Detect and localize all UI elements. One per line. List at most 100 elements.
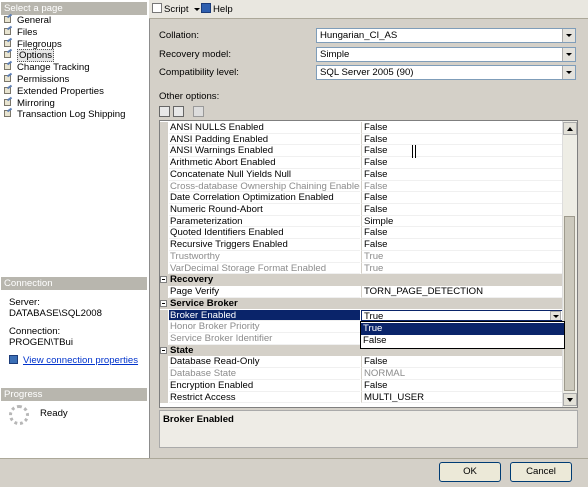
grid-vertical-scrollbar[interactable] — [562, 121, 577, 407]
property-row[interactable]: Trustworthy True — [160, 250, 563, 263]
property-row[interactable]: Date Correlation Optimization Enabled Fal… — [160, 192, 563, 204]
property-row[interactable]: Encryption Enabled False — [160, 379, 563, 392]
property-name: Broker Enabled — [169, 309, 360, 322]
property-value-text: TORN_PAGE_DETECTION — [364, 286, 484, 298]
property-row[interactable]: Restrict Access MULTI_USER — [160, 391, 563, 404]
property-value[interactable]: False — [361, 122, 563, 134]
chevron-down-icon[interactable] — [562, 66, 575, 79]
row-gutter — [160, 332, 168, 345]
property-value-text: False — [364, 157, 388, 169]
property-value[interactable]: NORMAL — [361, 368, 563, 380]
property-row[interactable]: Recursive Triggers Enabled False — [160, 239, 563, 251]
dropdown-option-false[interactable]: False — [361, 335, 564, 347]
property-row[interactable]: Database Read-Only False — [160, 356, 563, 369]
categorized-icon[interactable] — [159, 106, 170, 117]
property-value[interactable]: False — [361, 157, 563, 169]
property-name: Arithmetic Abort Enabled — [169, 157, 360, 169]
row-gutter — [160, 262, 168, 275]
property-value[interactable]: True — [361, 309, 563, 322]
property-value[interactable]: False — [361, 145, 563, 158]
page-item-label: General — [17, 15, 52, 26]
help-button[interactable]: Help — [201, 3, 233, 15]
property-name: ANSI Padding Enabled — [169, 134, 360, 146]
page-item-transaction-log-shipping[interactable]: Transaction Log Shipping — [3, 109, 125, 121]
property-value-text: False — [364, 145, 388, 157]
cancel-button[interactable]: Cancel — [510, 462, 572, 482]
progress-status: Ready — [40, 408, 68, 419]
chevron-down-icon — [194, 8, 201, 11]
page-item-label: Permissions — [17, 74, 70, 85]
property-value[interactable]: TORN_PAGE_DETECTION — [361, 286, 563, 298]
property-value[interactable]: False — [361, 379, 563, 392]
collapse-icon[interactable] — [160, 346, 167, 354]
bottom-divider — [0, 458, 588, 459]
property-value[interactable]: Simple — [361, 215, 563, 228]
property-row[interactable]: Concatenate Null Yields Null False — [160, 168, 563, 181]
ok-button[interactable]: OK — [439, 462, 501, 482]
row-gutter — [160, 122, 168, 134]
collapse-icon[interactable] — [160, 276, 167, 284]
property-row[interactable]: Page Verify TORN_PAGE_DETECTION — [160, 286, 563, 298]
compatibility-level-label: Compatibility level: — [159, 67, 239, 78]
recovery-model-select[interactable]: Simple — [316, 47, 576, 62]
row-gutter — [160, 368, 168, 380]
category-service-broker[interactable]: Service Broker — [160, 297, 563, 310]
property-name: Honor Broker Priority — [169, 321, 360, 333]
property-row[interactable]: Database State NORMAL — [160, 368, 563, 380]
chevron-down-icon[interactable] — [562, 29, 575, 42]
chevron-down-icon[interactable] — [550, 310, 561, 321]
property-value[interactable]: False — [361, 239, 563, 251]
view-connection-properties[interactable]: View connection properties — [9, 355, 138, 366]
compatibility-level-value: SQL Server 2005 (90) — [320, 67, 414, 78]
property-row[interactable]: ANSI NULLS Enabled False — [160, 122, 563, 134]
property-value[interactable]: MULTI_USER — [361, 391, 563, 404]
property-value[interactable]: False — [361, 168, 563, 181]
collapse-icon[interactable] — [160, 299, 167, 307]
page-item-extended-properties[interactable]: Extended Properties — [3, 86, 104, 98]
collation-select[interactable]: Hungarian_CI_AS — [316, 28, 576, 43]
row-gutter — [160, 227, 168, 240]
scroll-down-icon[interactable] — [563, 393, 577, 406]
text-cursor-icon — [412, 145, 416, 158]
property-value[interactable]: False — [361, 180, 563, 193]
property-value[interactable]: False — [361, 356, 563, 369]
property-value[interactable]: True — [361, 262, 563, 275]
property-pages-icon[interactable] — [193, 106, 204, 117]
property-value[interactable]: False — [361, 133, 563, 146]
property-row[interactable]: ANSI Padding Enabled False — [160, 133, 563, 146]
property-value[interactable]: False — [361, 227, 563, 240]
property-row[interactable]: Quoted Identifiers Enabled False — [160, 227, 563, 240]
script-icon — [152, 3, 162, 13]
property-row[interactable]: Broker Enabled True — [160, 309, 563, 322]
property-row[interactable]: ANSI Warnings Enabled False — [160, 145, 563, 158]
property-value-text: False — [364, 239, 388, 251]
chevron-down-icon[interactable] — [562, 48, 575, 61]
scroll-thumb[interactable] — [564, 216, 575, 391]
property-row[interactable]: Numeric Round-Abort False — [160, 204, 563, 216]
page-item-permissions[interactable]: Permissions — [3, 74, 69, 86]
collation-label: Collation: — [159, 30, 199, 41]
property-name: Recursive Triggers Enabled — [169, 239, 360, 251]
property-name: Page Verify — [169, 286, 360, 298]
property-value[interactable]: False — [361, 192, 563, 204]
category-recovery[interactable]: Recovery — [160, 274, 563, 287]
property-row[interactable]: Cross-database Ownership Chaining Enable… — [160, 180, 563, 193]
property-name: Restrict Access — [169, 392, 360, 404]
property-row[interactable]: Parameterization Simple — [160, 215, 563, 228]
property-value[interactable]: False — [361, 204, 563, 216]
view-connection-properties-link[interactable]: View connection properties — [23, 355, 138, 366]
page-item-change-tracking[interactable]: Change Tracking — [3, 62, 90, 74]
property-row[interactable]: Arithmetic Abort Enabled False — [160, 157, 563, 169]
scroll-up-icon[interactable] — [563, 122, 577, 135]
dropdown-option-true[interactable]: True — [361, 323, 564, 335]
alphabetical-sort-icon[interactable] — [173, 106, 184, 117]
script-button[interactable]: Script — [152, 3, 201, 15]
page-item-label: Extended Properties — [17, 85, 104, 97]
page-item-files[interactable]: Files — [3, 27, 37, 39]
category-label: State — [170, 344, 194, 356]
progress-spinner-icon — [9, 405, 29, 425]
property-row[interactable]: VarDecimal Storage Format Enabled True — [160, 262, 563, 275]
property-value[interactable]: True — [361, 250, 563, 263]
row-gutter — [160, 157, 168, 169]
compatibility-level-select[interactable]: SQL Server 2005 (90) — [316, 65, 576, 80]
